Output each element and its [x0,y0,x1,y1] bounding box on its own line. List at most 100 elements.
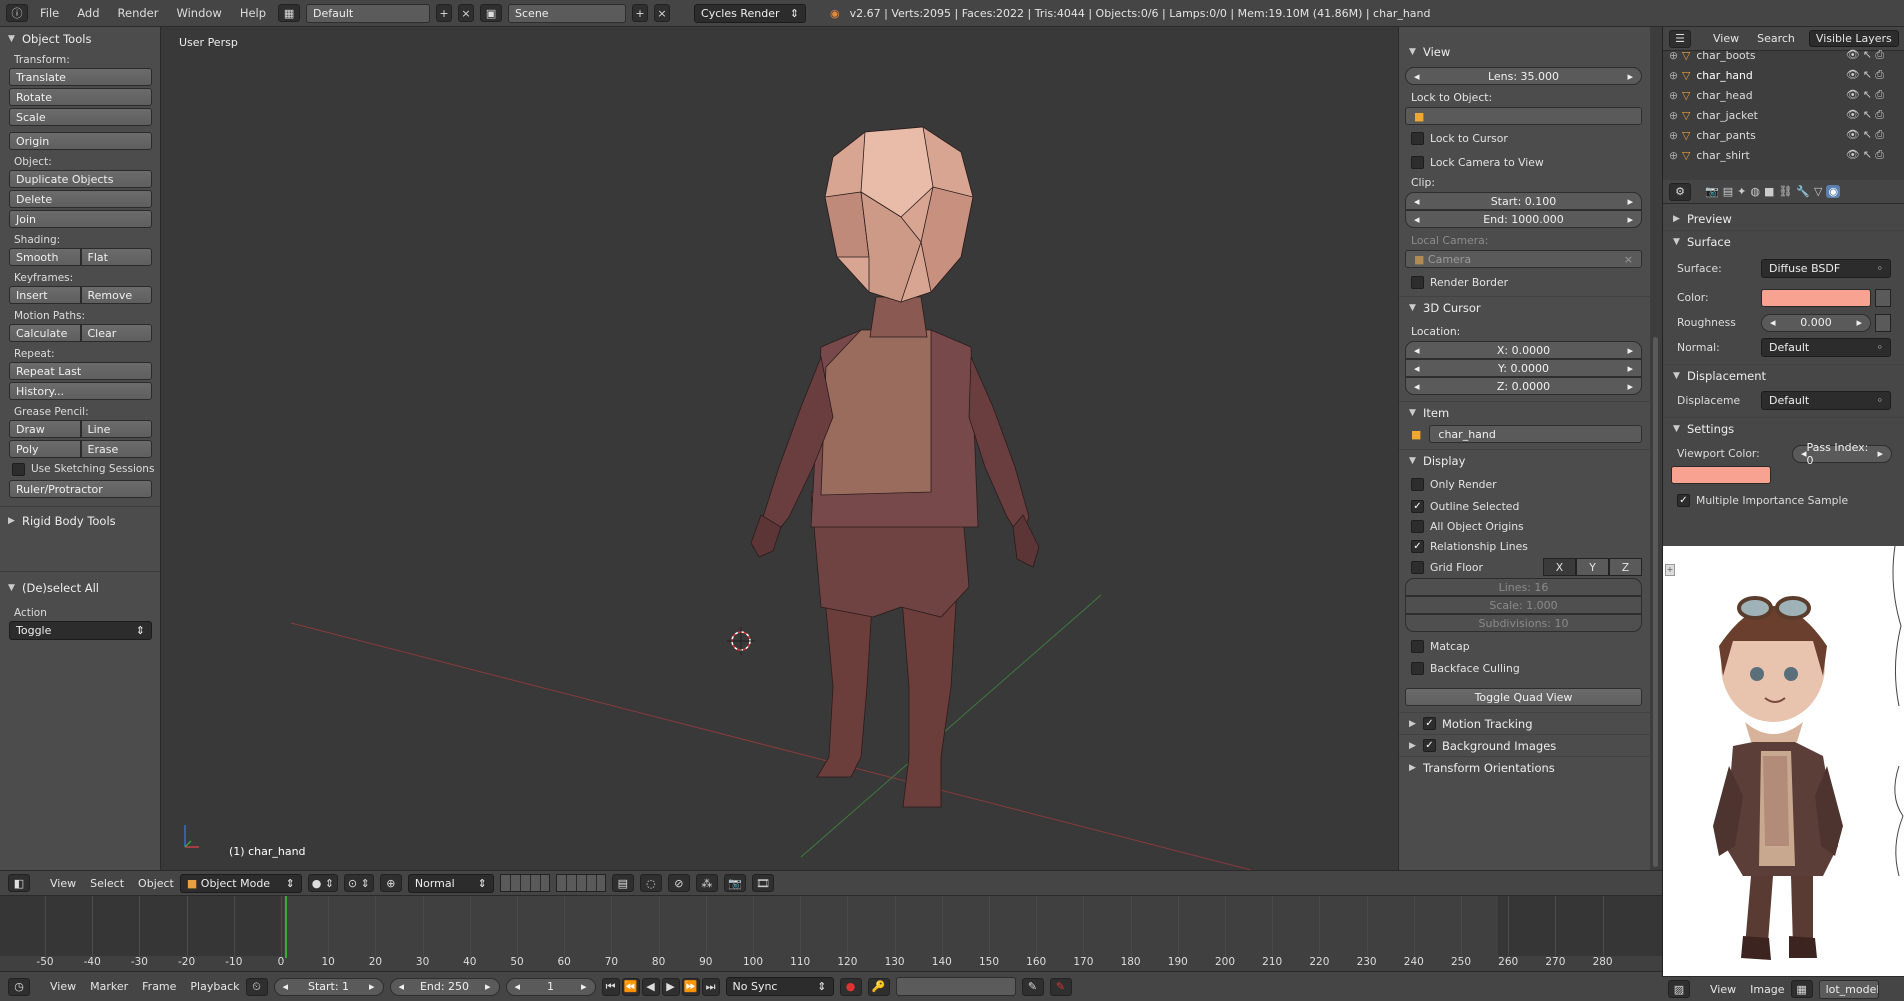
view-panel-header[interactable]: ▼ View [1399,41,1650,63]
grid-floor-checkbox[interactable] [1411,560,1424,574]
data-tab-icon[interactable]: ▽ [1814,185,1822,198]
next-keyframe-icon[interactable]: ⏩ [681,977,700,996]
image-editor[interactable]: + [1662,546,1904,976]
lock-layers-icon[interactable]: ▤ [611,874,634,892]
delete-button[interactable]: Delete [9,190,152,208]
3d-view-editor-icon[interactable]: ◧ [8,874,30,892]
all-origins-checkbox[interactable] [1411,519,1424,533]
menu-add[interactable]: Add [71,6,105,20]
expand-plus-icon[interactable]: ⊕ [1669,149,1678,162]
expand-plus-icon[interactable]: ⊕ [1669,129,1678,142]
roughness-field[interactable]: ◂ 0.000 ▸ [1761,313,1871,332]
shading-mode-icon[interactable]: ● ⇕ [307,874,338,892]
grid-scale-field[interactable]: Scale: 1.000 [1405,596,1642,614]
jump-start-icon[interactable]: ⏮ [601,977,620,996]
outliner-view-menu[interactable]: View [1713,32,1739,45]
grid-y-toggle[interactable]: Y [1576,558,1609,576]
timeline-playback-menu[interactable]: Playback [190,980,239,993]
start-frame-field[interactable]: ◂ Start: 1 ▸ [273,977,384,996]
play-icon[interactable]: ▶ [661,977,680,996]
grid-z-toggle[interactable]: Z [1609,558,1642,576]
close-layout-icon[interactable]: × [458,4,475,22]
snap-icon[interactable]: ⊘ [667,874,690,892]
displacement-header[interactable]: ▼ Displacement [1663,364,1904,386]
lock-camera-row[interactable]: Lock Camera to View [1399,152,1650,172]
lock-cursor-row[interactable]: Lock to Cursor [1399,128,1650,148]
outliner-item[interactable]: ⊕ ▽ char_jacket 👁 ↖ ⎙ [1663,105,1904,125]
transform-orientations-header[interactable]: ▶ Transform Orientations [1399,756,1650,778]
action-dropdown[interactable]: Toggle ⇕ [9,621,152,640]
visibility-eye-icon[interactable]: 👁 ↖ ⎙ [1846,48,1884,62]
visibility-eye-icon[interactable]: 👁 ↖ ⎙ [1846,148,1884,162]
matcap-row[interactable]: Matcap [1399,636,1650,656]
render-anim-icon[interactable]: 🎞 [751,874,774,892]
object-tools-header[interactable]: ▼ Object Tools [0,29,160,49]
pivot-icon[interactable]: ⊙ ⇕ [343,874,374,892]
visibility-eye-icon[interactable]: 👁 ↖ ⎙ [1846,68,1884,82]
image-view-menu[interactable]: View [1710,983,1736,996]
pass-index-field[interactable]: ◂ Pass Index: 0 ▸ [1792,441,1892,467]
image-browse-icon[interactable]: ▦ [1790,980,1813,998]
outliner-item[interactable]: ⊕ ▽ char_pants 👁 ↖ ⎙ [1663,125,1904,145]
history-button[interactable]: History... [9,382,152,400]
outliner-item[interactable]: ⊕ ▽ char_hand 👁 ↖ ⎙ [1663,65,1904,85]
render-border-row[interactable]: Render Border [1399,272,1650,292]
preview-header[interactable]: ▶ Preview [1663,208,1904,230]
layers-grid-right[interactable] [555,874,606,892]
outliner-editor-icon[interactable]: ☰ [1669,29,1691,48]
preview-range-icon[interactable]: ⏲ [245,977,268,996]
timeline-editor-icon[interactable]: ◷ [8,977,30,996]
displacement-dropdown[interactable]: Default ◦ [1761,391,1891,410]
outliner-item[interactable]: ⊕ ▽ char_shirt 👁 ↖ ⎙ [1663,145,1904,165]
menu-render[interactable]: Render [112,6,165,20]
outliner-item[interactable]: ⊕ ▽ char_boots 👁 ↖ ⎙ [1663,45,1904,65]
image-name-field[interactable]: lot_model [1818,979,1879,999]
end-frame-field[interactable]: ◂ End: 250 ▸ [389,977,500,996]
relationship-lines-checkbox[interactable]: ✓ [1411,539,1424,553]
keying-set-icon[interactable]: 🔑 [867,977,890,996]
backface-row[interactable]: Backface Culling [1399,658,1650,678]
mode-dropdown[interactable]: ■ Object Mode ⇕ [179,873,302,893]
object-menu[interactable]: Object [138,877,174,890]
normal-dropdown[interactable]: Default ◦ [1761,338,1891,357]
3d-viewport[interactable]: User Persp (1) char_hand [161,27,1398,870]
mis-row[interactable]: ✓ Multiple Importance Sample [1663,488,1904,513]
lock-cursor-checkbox[interactable] [1411,131,1424,145]
cursor-y-field[interactable]: ◂ Y: 0.0000 ▸ [1405,359,1642,377]
scene-field[interactable]: Scene [508,3,627,23]
clip-start-field[interactable]: ◂ Start: 0.100 ▸ [1405,192,1642,210]
display-panel-header[interactable]: ▼ Display [1399,449,1650,471]
lens-field[interactable]: ◂ Lens: 35.000 ▸ [1405,67,1642,85]
visibility-eye-icon[interactable]: 👁 ↖ ⎙ [1846,88,1884,102]
clear-button[interactable]: Clear [80,324,152,342]
record-icon[interactable]: ● [839,977,862,996]
render-tab-icon[interactable]: 📷 [1705,185,1719,198]
image-plus-icon[interactable]: + [1665,564,1675,576]
link-socket-icon[interactable] [1875,288,1891,307]
outline-selected-checkbox[interactable]: ✓ [1411,499,1424,513]
image-image-menu[interactable]: Image [1750,983,1784,996]
join-button[interactable]: Join [9,210,152,228]
draw-button[interactable]: Draw [9,420,81,438]
poly-button[interactable]: Poly [9,440,81,458]
backface-checkbox[interactable] [1411,661,1424,675]
keying-set-field[interactable] [895,977,1016,996]
render-engine-dropdown[interactable]: Cycles Render ⇕ [694,3,807,23]
outliner-search-menu[interactable]: Search [1757,32,1795,45]
sketching-checkbox[interactable] [12,462,25,476]
expand-plus-icon[interactable]: ⊕ [1669,69,1678,82]
flat-button[interactable]: Flat [80,248,152,266]
timeline-marker-menu[interactable]: Marker [90,980,128,993]
snap-target-icon[interactable]: ⁂ [695,874,718,892]
menu-window[interactable]: Window [170,6,227,20]
render-border-checkbox[interactable] [1411,275,1424,289]
grid-x-toggle[interactable]: X [1543,558,1576,576]
calculate-button[interactable]: Calculate [9,324,81,342]
origin-button[interactable]: Origin [9,132,152,150]
ruler-button[interactable]: Ruler/Protractor [9,480,152,498]
npanel-scrollbar[interactable] [1650,27,1662,870]
cursor-z-field[interactable]: ◂ Z: 0.0000 ▸ [1405,377,1642,395]
scene-icon[interactable]: ▣ [480,4,503,22]
layout-field[interactable]: Default [306,3,431,23]
rigid-body-header[interactable]: ▶ Rigid Body Tools [0,511,160,531]
